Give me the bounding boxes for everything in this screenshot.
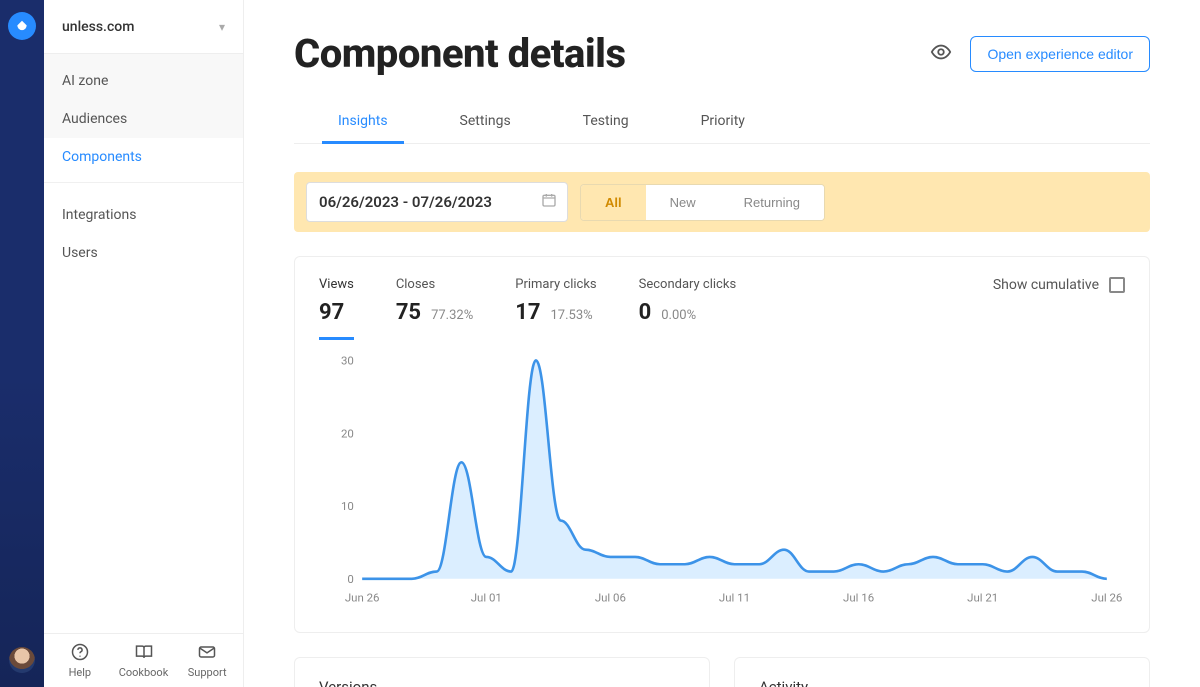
mail-icon [197, 642, 217, 662]
main-content: Component details Open experience editor… [244, 0, 1200, 687]
date-range-value: 06/26/2023 - 07/26/2023 [319, 193, 492, 211]
chevron-down-icon: ▾ [219, 20, 225, 34]
svg-text:0: 0 [347, 572, 353, 586]
metric-pct: 77.32% [431, 308, 473, 323]
svg-text:Jul 01: Jul 01 [471, 591, 502, 605]
metric-secondary-clicks[interactable]: Secondary clicks 0 0.00% [639, 277, 737, 325]
views-chart: 0 10 20 30 Jun 26 Jul 01 Jul 06 Jul 11 Jul 16 Jul… [319, 350, 1125, 614]
segment-all[interactable]: All [581, 185, 646, 220]
metric-views[interactable]: Views 97 [319, 277, 354, 340]
book-icon [134, 642, 154, 662]
tab-settings[interactable]: Settings [444, 101, 527, 143]
site-name: unless.com [62, 19, 134, 35]
cookbook-label: Cookbook [119, 666, 169, 679]
checkbox-icon [1109, 277, 1125, 293]
metrics-row: Views 97 Closes 75 77.32% Primary clicks [319, 277, 1125, 340]
nav-section-bottom: Integrations Users [44, 188, 243, 272]
support-label: Support [188, 666, 227, 679]
tabs: Insights Settings Testing Priority [294, 101, 1150, 144]
svg-text:Jul 26: Jul 26 [1091, 591, 1122, 605]
metric-label: Primary clicks [515, 277, 596, 292]
filter-bar: 06/26/2023 - 07/26/2023 All New Returnin… [294, 172, 1150, 232]
tab-testing[interactable]: Testing [567, 101, 645, 143]
metric-primary-clicks[interactable]: Primary clicks 17 17.53% [515, 277, 596, 325]
svg-text:20: 20 [341, 426, 354, 440]
svg-text:Jun 26: Jun 26 [345, 591, 380, 605]
metric-label: Views [319, 277, 354, 292]
activity-card: Activity [734, 657, 1150, 687]
chart-card: Views 97 Closes 75 77.32% Primary clicks [294, 256, 1150, 633]
tab-insights[interactable]: Insights [322, 101, 404, 143]
date-range-picker[interactable]: 06/26/2023 - 07/26/2023 [306, 182, 568, 222]
versions-card: Versions [294, 657, 710, 687]
brand-logo[interactable] [8, 12, 36, 40]
cookbook-button[interactable]: Cookbook [112, 642, 176, 679]
sidebar: unless.com ▾ AI zone Audiences Component… [44, 0, 244, 687]
help-button[interactable]: Help [48, 642, 112, 679]
svg-text:10: 10 [341, 499, 354, 513]
nav-rail [0, 0, 44, 687]
metric-closes[interactable]: Closes 75 77.32% [396, 277, 473, 325]
help-icon [70, 642, 90, 662]
calendar-icon [541, 192, 557, 212]
metric-label: Secondary clicks [639, 277, 737, 292]
metric-value: 75 [396, 300, 421, 325]
svg-text:30: 30 [341, 354, 354, 368]
metric-value: 17 [515, 300, 540, 325]
help-label: Help [69, 666, 92, 679]
segment-new[interactable]: New [646, 185, 720, 220]
visibility-icon[interactable] [930, 41, 952, 67]
metric-value: 97 [319, 300, 344, 325]
sidebar-footer: Help Cookbook Support [44, 633, 243, 687]
user-avatar[interactable] [9, 647, 35, 673]
open-editor-button[interactable]: Open experience editor [970, 36, 1150, 72]
activity-title: Activity [759, 678, 1125, 687]
site-selector[interactable]: unless.com ▾ [44, 0, 243, 54]
cumulative-label: Show cumulative [993, 277, 1099, 293]
metric-label: Closes [396, 277, 473, 292]
sidebar-item-components[interactable]: Components [44, 138, 243, 176]
versions-title: Versions [319, 678, 685, 687]
visitor-segment-toggle: All New Returning [580, 184, 825, 221]
svg-text:Jul 11: Jul 11 [719, 591, 750, 605]
metric-value: 0 [639, 300, 652, 325]
metric-pct: 17.53% [551, 308, 593, 323]
page-title: Component details [294, 30, 625, 77]
svg-text:Jul 06: Jul 06 [595, 591, 626, 605]
support-button[interactable]: Support [175, 642, 239, 679]
svg-text:Jul 16: Jul 16 [843, 591, 874, 605]
show-cumulative-toggle[interactable]: Show cumulative [993, 277, 1125, 293]
sidebar-item-users[interactable]: Users [44, 234, 243, 272]
sidebar-item-ai-zone[interactable]: AI zone [44, 62, 243, 100]
sidebar-item-audiences[interactable]: Audiences [44, 100, 243, 138]
svg-text:Jul 21: Jul 21 [967, 591, 998, 605]
tab-priority[interactable]: Priority [685, 101, 761, 143]
sidebar-item-integrations[interactable]: Integrations [44, 196, 243, 234]
metric-pct: 0.00% [661, 308, 696, 323]
segment-returning[interactable]: Returning [720, 185, 824, 220]
nav-section-top: AI zone Audiences Components [44, 54, 243, 176]
logo-icon [15, 19, 29, 33]
